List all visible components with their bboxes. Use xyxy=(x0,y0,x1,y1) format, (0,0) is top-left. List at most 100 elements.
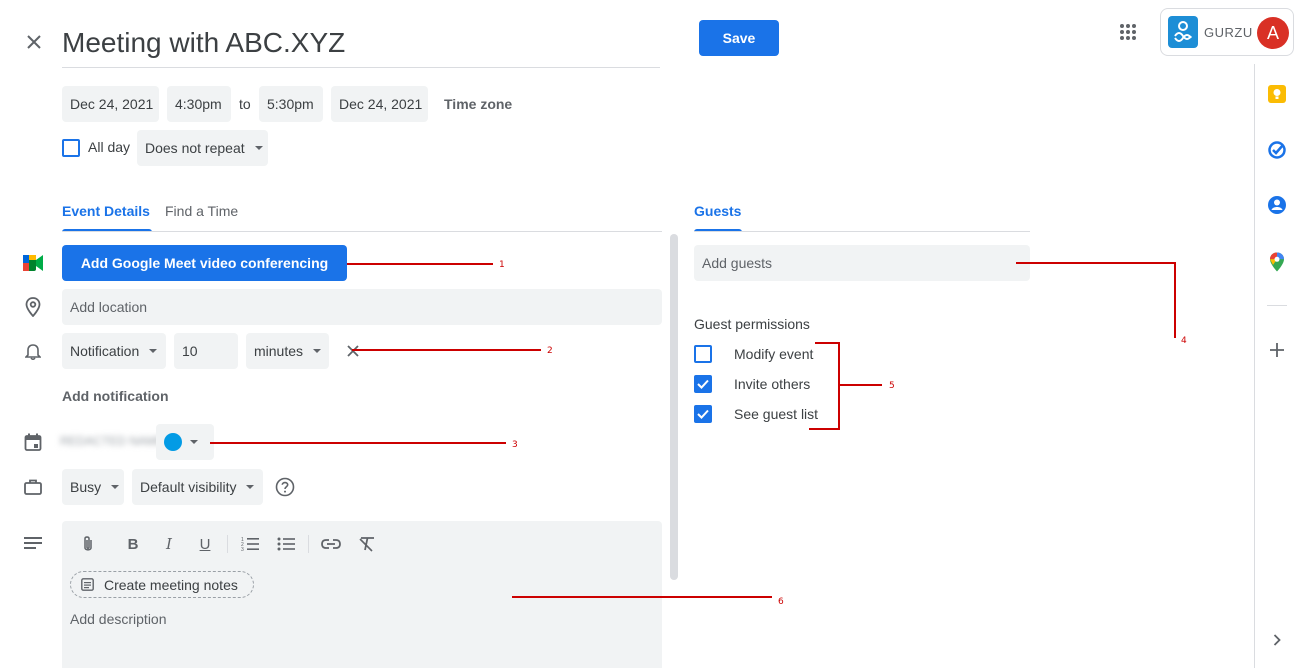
contacts-icon[interactable] xyxy=(1265,193,1289,217)
event-title-text: Meeting with ABC.XYZ xyxy=(62,27,346,58)
repeat-text: Does not repeat xyxy=(145,140,245,156)
remove-notification-icon[interactable] xyxy=(343,341,363,361)
guest-permissions-title: Guest permissions xyxy=(694,316,810,332)
annotation-bracket-5-vertical xyxy=(838,342,840,430)
availability-dropdown[interactable]: Busy xyxy=(62,469,124,505)
add-guests-input[interactable]: Add guests xyxy=(694,245,1030,281)
all-day-label: All day xyxy=(88,139,131,155)
notification-unit-text: minutes xyxy=(254,343,304,359)
side-panel-divider xyxy=(1267,305,1287,306)
scrollbar-thumb[interactable] xyxy=(670,234,678,580)
all-day-checkbox[interactable] xyxy=(62,139,80,157)
visibility-dropdown[interactable]: Default visibility xyxy=(132,469,263,505)
event-color-dropdown[interactable] xyxy=(156,424,214,460)
modify-event-label: Modify event xyxy=(734,346,814,362)
gurzu-logo-icon xyxy=(1168,16,1198,48)
maps-icon[interactable] xyxy=(1265,250,1289,274)
notification-unit-dropdown[interactable]: minutes xyxy=(246,333,329,369)
annotation-line-4b xyxy=(1174,262,1176,338)
chevron-right-icon[interactable] xyxy=(1265,628,1289,652)
checkmark-icon xyxy=(697,409,709,419)
notification-type-text: Notification xyxy=(70,343,140,359)
annotation-bracket-5-bottom xyxy=(809,428,840,430)
toolbar-divider xyxy=(308,535,309,553)
keep-icon[interactable] xyxy=(1265,82,1289,106)
start-date-chip[interactable]: Dec 24, 2021 xyxy=(62,86,159,122)
link-icon[interactable] xyxy=(320,533,342,555)
notes-doc-icon xyxy=(81,578,94,591)
chevron-down-icon xyxy=(190,440,198,444)
notification-type-dropdown[interactable]: Notification xyxy=(62,333,166,369)
annotation-label-6: 6 xyxy=(778,597,784,607)
save-button-label: Save xyxy=(722,30,756,46)
chevron-down-icon xyxy=(254,146,263,150)
avatar[interactable]: A xyxy=(1257,17,1289,49)
add-google-meet-label: Add Google Meet video conferencing xyxy=(80,255,329,271)
end-date-chip[interactable]: Dec 24, 2021 xyxy=(331,86,428,122)
chevron-down-icon xyxy=(313,349,322,353)
end-date-text: Dec 24, 2021 xyxy=(339,96,423,112)
svg-text:3: 3 xyxy=(241,547,244,552)
brand-name: GURZU xyxy=(1204,25,1253,40)
start-date-text: Dec 24, 2021 xyxy=(70,96,154,112)
apps-grid-icon[interactable] xyxy=(1116,20,1140,44)
create-meeting-notes-button[interactable]: Create meeting notes xyxy=(70,571,254,598)
create-meeting-notes-label: Create meeting notes xyxy=(104,576,238,593)
chevron-down-icon xyxy=(246,485,255,489)
start-time-chip[interactable]: 4:30pm xyxy=(167,86,231,122)
timezone-link[interactable]: Time zone xyxy=(444,96,512,112)
guests-divider xyxy=(694,231,1030,232)
tasks-icon[interactable] xyxy=(1265,138,1289,162)
description-lines-icon xyxy=(22,532,44,554)
invite-others-checkbox[interactable] xyxy=(694,375,712,393)
help-icon[interactable] xyxy=(274,476,296,498)
clear-formatting-icon[interactable] xyxy=(356,533,378,555)
bold-icon[interactable]: B xyxy=(122,533,144,555)
event-color-dot xyxy=(164,433,182,451)
toolbar-divider xyxy=(227,535,228,553)
annotation-line-2 xyxy=(352,349,541,351)
chevron-down-icon xyxy=(149,349,158,353)
tab-guests[interactable]: Guests xyxy=(694,203,741,219)
side-panel xyxy=(1254,64,1297,668)
attachment-icon[interactable] xyxy=(77,533,99,555)
annotation-line-4a xyxy=(1016,262,1175,264)
tabs-divider xyxy=(62,231,662,232)
close-icon[interactable] xyxy=(22,30,46,54)
invite-others-label: Invite others xyxy=(734,376,811,392)
visibility-text: Default visibility xyxy=(140,479,237,495)
to-label: to xyxy=(239,96,251,112)
repeat-dropdown[interactable]: Does not repeat xyxy=(137,130,268,166)
add-google-meet-button[interactable]: Add Google Meet video conferencing xyxy=(62,245,347,281)
location-input[interactable]: Add location xyxy=(62,289,662,325)
italic-icon[interactable]: I xyxy=(158,533,180,555)
location-pin-icon xyxy=(22,296,44,318)
add-guests-placeholder: Add guests xyxy=(702,255,773,271)
annotation-line-1 xyxy=(347,263,493,265)
availability-text: Busy xyxy=(70,479,102,495)
plus-icon[interactable] xyxy=(1265,338,1289,362)
bulleted-list-icon[interactable] xyxy=(275,533,297,555)
event-title-input[interactable]: Meeting with ABC.XYZ xyxy=(62,24,660,68)
see-guest-list-checkbox[interactable] xyxy=(694,405,712,423)
underline-icon[interactable]: U xyxy=(194,533,216,555)
briefcase-icon xyxy=(22,476,44,498)
add-notification-link[interactable]: Add notification xyxy=(62,388,169,404)
description-editor[interactable]: B I U 123 Create meeting notes Add descr… xyxy=(62,521,662,668)
numbered-list-icon[interactable]: 123 xyxy=(239,533,261,555)
annotation-label-2: 2 xyxy=(547,346,553,356)
modify-event-checkbox[interactable] xyxy=(694,345,712,363)
calendar-icon xyxy=(22,431,44,453)
notification-value-input[interactable]: 10 xyxy=(174,333,238,369)
annotation-label-4: 4 xyxy=(1181,336,1187,346)
end-time-chip[interactable]: 5:30pm xyxy=(259,86,323,122)
annotation-line-3 xyxy=(210,442,506,444)
save-button[interactable]: Save xyxy=(699,20,779,56)
account-switcher[interactable]: GURZU A xyxy=(1160,8,1294,56)
checkmark-icon xyxy=(697,379,709,389)
avatar-letter: A xyxy=(1266,22,1279,43)
tab-event-details[interactable]: Event Details xyxy=(62,203,150,219)
annotation-label-5: 5 xyxy=(889,381,895,391)
tab-find-time[interactable]: Find a Time xyxy=(165,203,238,219)
start-time-text: 4:30pm xyxy=(175,96,222,112)
